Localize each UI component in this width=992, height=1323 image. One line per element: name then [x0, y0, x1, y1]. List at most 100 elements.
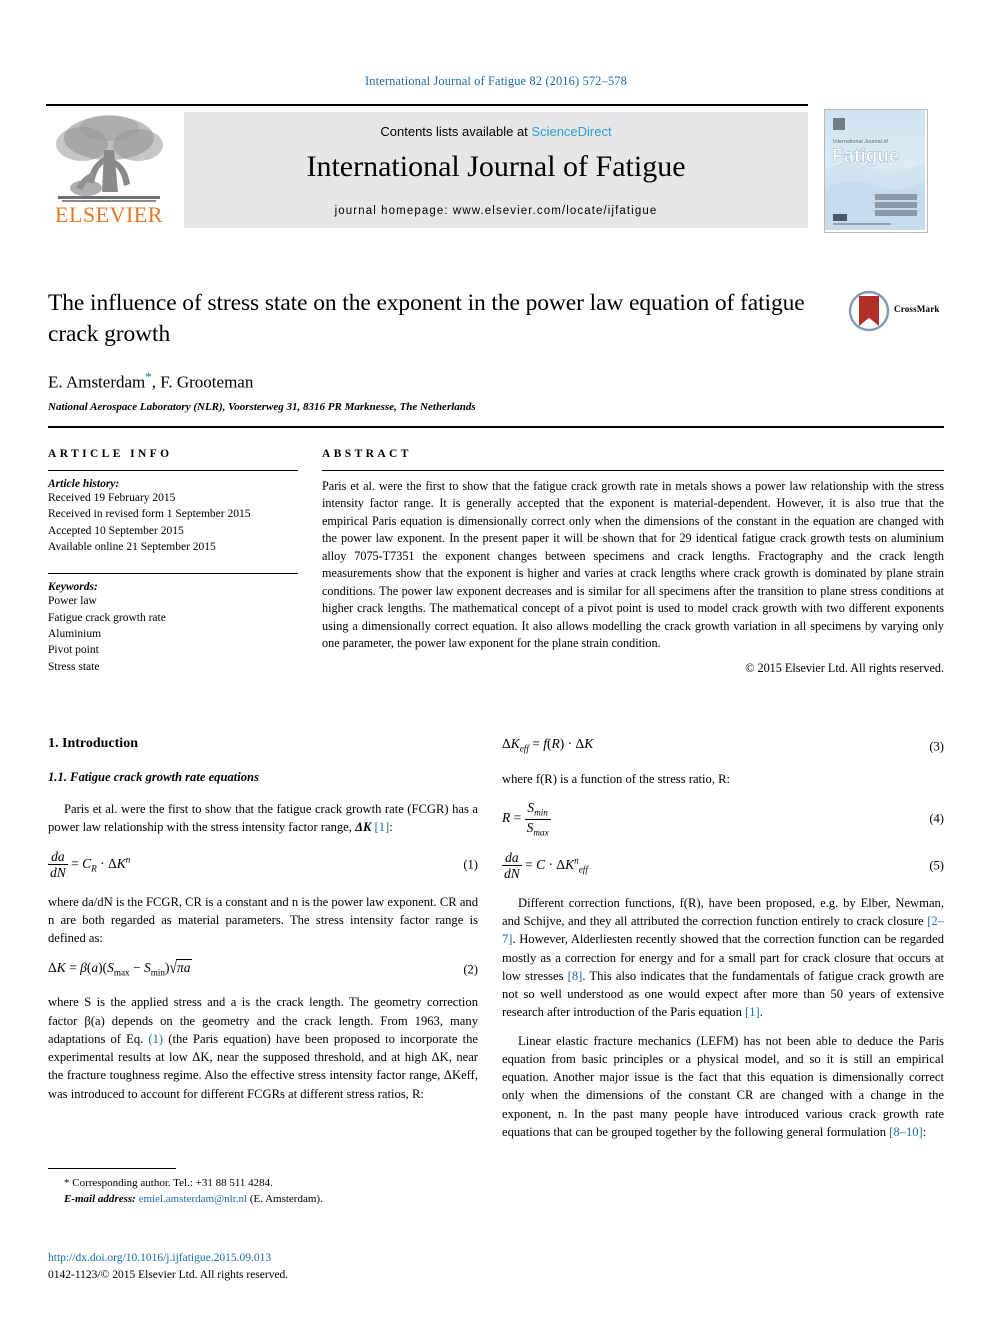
- paragraph-2-text: where da/dN is the FCGR, CR is a constan…: [48, 894, 478, 946]
- paragraph-5: Different correction functions, f(R), ha…: [502, 894, 944, 1022]
- equation-1: da dN = CR · ΔKn (1): [48, 849, 478, 881]
- citation-ref-1b[interactable]: [1]: [745, 1005, 760, 1019]
- equation-5: da dN = C · ΔKneff (5): [502, 850, 944, 882]
- footnote-rule: [48, 1168, 176, 1170]
- paragraph-6-text-a: Linear elastic fracture mechanics (LEFM)…: [502, 1033, 944, 1139]
- svg-text:International Journal of: International Journal of: [833, 139, 888, 145]
- equation-2-body: ΔK = β(a)(Smax − Smin)√πa: [48, 958, 193, 978]
- symbol-delta-k: ΔK: [355, 820, 372, 835]
- running-head: International Journal of Fatigue 82 (201…: [365, 74, 627, 88]
- paragraph-5-text-a: Different correction functions, f(R), ha…: [502, 895, 944, 929]
- equation-3: ΔKeff = f(R) · ΔK (3): [502, 736, 944, 758]
- author-name-1: E. Amsterdam: [48, 372, 146, 392]
- keyword-item: Fatigue crack growth rate: [48, 611, 166, 624]
- article-history-item: Available online 21 September 2015: [48, 540, 216, 553]
- keyword-item: Stress state: [48, 660, 100, 673]
- equation-3-number: (3): [929, 739, 944, 754]
- paragraph-5-text-d: .: [759, 1005, 763, 1020]
- abstract-body: Paris et al. were the first to show that…: [322, 479, 944, 650]
- sciencedirect-link[interactable]: ScienceDirect: [531, 124, 611, 139]
- paragraph-1: Paris et al. were the first to show that…: [48, 800, 478, 837]
- issn-copyright-line: 0142-1123/© 2015 Elsevier Ltd. All right…: [48, 1269, 289, 1282]
- masthead-band: Contents lists available at ScienceDirec…: [184, 112, 808, 228]
- author-name-rest: , F. Grooteman: [151, 372, 254, 392]
- doi-block: http://dx.doi.org/10.1016/j.ijfatigue.20…: [48, 1250, 478, 1285]
- article-history-item: Received 19 February 2015: [48, 492, 176, 504]
- keywords-label: Keywords:: [48, 581, 98, 594]
- elsevier-wordmark: ELSEVIER: [55, 202, 163, 227]
- equation-4-number: (4): [929, 811, 944, 826]
- paragraph-6: Linear elastic fracture mechanics (LEFM)…: [502, 1032, 944, 1142]
- equation-2: ΔK = β(a)(Smax − Smin)√πa (2): [48, 958, 478, 981]
- equation-4: R = Smin Smax (4): [502, 800, 944, 838]
- masthead-top-rule: [46, 104, 808, 106]
- abstract-heading: ABSTRACT: [322, 448, 412, 460]
- equation-5-rhs: = C · ΔKneff: [525, 855, 588, 875]
- elsevier-tree-icon: [56, 115, 163, 202]
- keywords-block: Keywords: Power law Fatigue crack growth…: [48, 573, 298, 675]
- elsevier-logo: ELSEVIER: [46, 112, 172, 228]
- article-history-label: Article history:: [48, 478, 120, 490]
- cover-image: International Journal of Fatigue: [825, 110, 925, 230]
- abstract-column: ABSTRACT Paris et al. were the first to …: [322, 448, 944, 676]
- page-title: The influence of stress state on the exp…: [48, 290, 805, 348]
- equation-5-fraction: da dN: [502, 849, 522, 882]
- paragraph-4: where f(R) is a function of the stress r…: [502, 772, 731, 786]
- journal-masthead: ELSEVIER Contents lists available at Sci…: [46, 104, 946, 233]
- paragraph-2: where da/dN is the FCGR, CR is a constan…: [48, 893, 478, 948]
- keywords-rule: [48, 573, 298, 575]
- citation-ref-8[interactable]: [8]: [568, 969, 583, 983]
- article-history-item: Received in revised form 1 September 201…: [48, 508, 251, 521]
- email-label: E-mail address:: [64, 1193, 136, 1206]
- equation-4-lhs: R: [502, 810, 511, 826]
- article-info-column: ARTICLE INFO Article history: Received 1…: [48, 448, 298, 675]
- equation-2-number: (2): [463, 962, 478, 977]
- equation-5-number: (5): [929, 858, 944, 873]
- crossmark-icon: [848, 290, 890, 332]
- equation-1-rhs: = CR · ΔKn: [71, 854, 131, 874]
- keyword-item: Aluminium: [48, 627, 102, 640]
- journal-title: International Journal of Fatigue: [306, 150, 686, 183]
- equation-4-fraction: Smin Smax: [524, 800, 551, 838]
- citation-ref-1[interactable]: [1]: [375, 820, 390, 834]
- journal-homepage[interactable]: journal homepage: www.elsevier.com/locat…: [184, 205, 808, 217]
- article-info-rule: [48, 470, 298, 471]
- svg-text:Fatigue: Fatigue: [832, 146, 900, 167]
- paragraph-1-text-a: Paris et al. were the first to show that…: [48, 802, 478, 835]
- journal-cover-thumbnail: International Journal of Fatigue: [824, 109, 928, 233]
- email-suffix: (E. Amsterdam).: [247, 1193, 323, 1206]
- keyword-item: Pivot point: [48, 644, 99, 657]
- citation-ref-8-10[interactable]: [8–10]: [889, 1125, 923, 1139]
- body-column-right: ΔKeff = f(R) · ΔK (3) where f(R) is a fu…: [502, 736, 944, 1151]
- abstract-copyright: © 2015 Elsevier Ltd. All rights reserved…: [745, 661, 944, 676]
- journal-article-page: International Journal of Fatigue 82 (201…: [0, 0, 992, 1323]
- equation-1-number: (1): [463, 857, 478, 872]
- body-column-left: 1. Introduction 1.1. Fatigue crack growt…: [48, 736, 478, 1113]
- paragraph-6-text-b: :: [922, 1124, 927, 1139]
- doi-link[interactable]: http://dx.doi.org/10.1016/j.ijfatigue.20…: [48, 1250, 478, 1267]
- paragraph-3: where S is the applied stress and a is t…: [48, 993, 478, 1103]
- paragraph-1-text-b: :: [389, 820, 393, 835]
- affiliation: National Aerospace Laboratory (NLR), Voo…: [48, 400, 476, 413]
- contents-available-line: Contents lists available at ScienceDirec…: [184, 124, 808, 139]
- author-list: E. Amsterdam*, F. Grooteman: [48, 369, 948, 393]
- title-block: The influence of stress state on the exp…: [48, 288, 948, 413]
- crossmark-label: CrossMark: [894, 304, 940, 314]
- crossmark-badge[interactable]: CrossMark: [848, 290, 944, 334]
- equation-3-body: ΔKeff = f(R) · ΔK: [502, 736, 594, 754]
- article-info-heading: ARTICLE INFO: [48, 448, 173, 460]
- email-note: E-mail address: emiel.amsterdam@nlr.nl (…: [48, 1192, 478, 1208]
- keyword-item: Power law: [48, 595, 97, 608]
- corresponding-author-note: * Corresponding author. Tel.: +31 88 511…: [48, 1176, 478, 1192]
- subsection-heading-fcgr: 1.1. Fatigue crack growth rate equations: [48, 770, 259, 784]
- corresponding-author-text: Corresponding author. Tel.: +31 88 511 4…: [69, 1177, 273, 1190]
- info-band-top-rule: [48, 426, 944, 428]
- footnote-block: * Corresponding author. Tel.: +31 88 511…: [48, 1168, 478, 1208]
- contents-prefix: Contents lists available at: [380, 124, 532, 139]
- email-link[interactable]: emiel.amsterdam@nlr.nl: [139, 1193, 248, 1205]
- abstract-rule: [322, 470, 944, 471]
- citation-eq-1[interactable]: (1): [148, 1032, 163, 1046]
- equation-1-fraction: da dN: [48, 848, 68, 881]
- section-heading-introduction: 1. Introduction: [48, 736, 138, 751]
- article-history-item: Accepted 10 September 2015: [48, 524, 184, 537]
